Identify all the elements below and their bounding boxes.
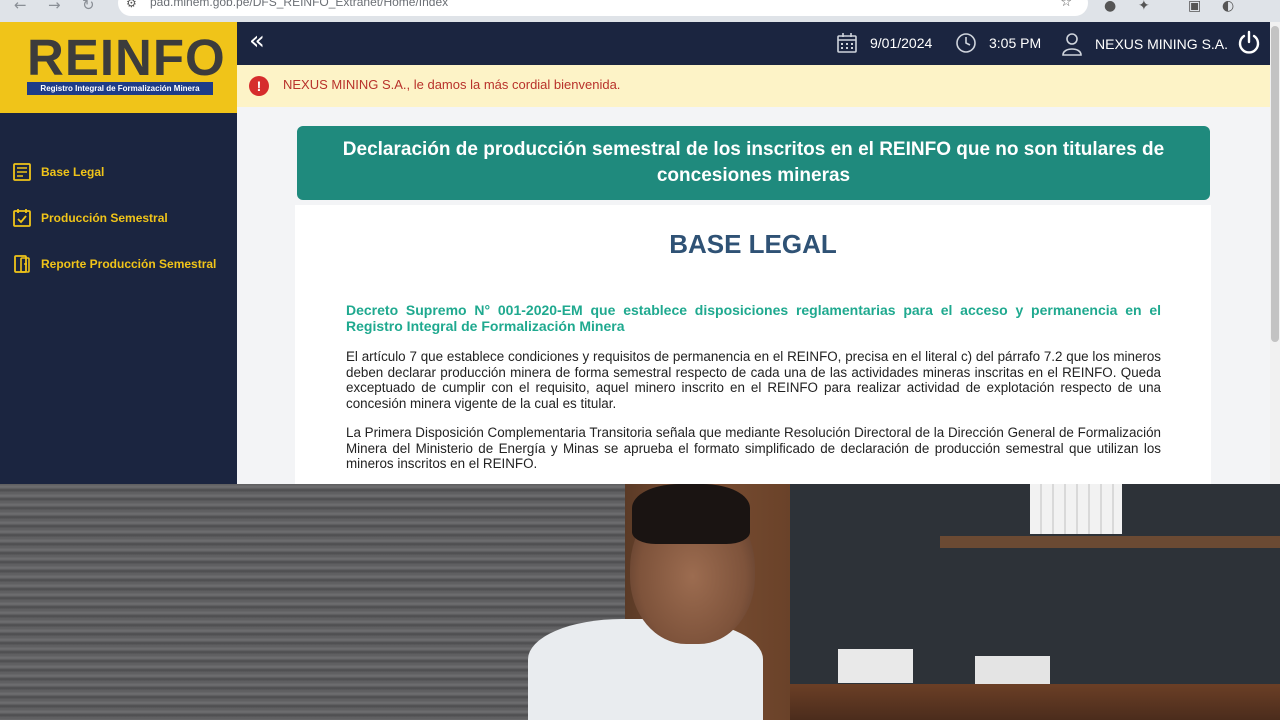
scrollbar-thumb[interactable]	[1271, 26, 1279, 342]
extension-icon[interactable]: ●	[1104, 0, 1116, 14]
time-text: 3:05 PM	[989, 35, 1042, 51]
alert-text: NEXUS MINING S.A., le damos la más cordi…	[283, 77, 621, 92]
header-date: 9/01/2024	[836, 32, 932, 54]
collapse-sidebar-icon[interactable]: «	[249, 26, 265, 56]
section-title: BASE LEGAL	[669, 229, 837, 259]
puzzle-icon[interactable]: ✦	[1138, 0, 1150, 14]
books	[1030, 484, 1122, 534]
page-scrollbar[interactable]	[1270, 22, 1280, 484]
user-name: NEXUS MINING S.A.	[1095, 36, 1229, 52]
sidebar-item-label: Base Legal	[41, 165, 105, 179]
decree-heading: Decreto Supremo N° 001-2020-EM que estab…	[346, 302, 1161, 334]
reinfo-logo[interactable]: REINFO Registro Integral de Formalizació…	[0, 22, 237, 113]
report-icon	[14, 255, 30, 273]
counter	[790, 684, 1280, 720]
logo-subtitle: Registro Integral de Formalización Miner…	[27, 82, 213, 95]
header-time: 3:05 PM	[955, 32, 1041, 54]
presenter-hair	[632, 484, 750, 544]
white-box	[975, 656, 1050, 684]
page-banner: Declaración de producción semestral de l…	[297, 126, 1210, 200]
site-info-icon[interactable]: ⚙	[126, 0, 137, 10]
forward-arrow-icon[interactable]: →	[48, 0, 61, 14]
url-text: pad.minem.gob.pe/DFS_REINFO_Extranet/Hom…	[150, 0, 449, 9]
sidebar-item-produccion-semestral[interactable]: Producción Semestral	[12, 207, 168, 229]
paragraph-1: El artículo 7 que establece condiciones …	[346, 349, 1161, 411]
browser-toolbar: ← → ↻ ⚙ pad.minem.gob.pe/DFS_REINFO_Extr…	[0, 0, 1280, 22]
logo-wordmark: REINFO	[27, 29, 226, 86]
calendar-icon	[837, 33, 857, 53]
back-arrow-icon[interactable]: ←	[14, 0, 27, 14]
white-box	[838, 649, 913, 683]
sidebar-item-label: Producción Semestral	[41, 211, 168, 225]
sidebar: REINFO Registro Integral de Formalizació…	[0, 22, 237, 484]
sidebar-item-base-legal[interactable]: Base Legal	[12, 161, 104, 183]
alert-info-icon: !	[249, 76, 269, 96]
bookmark-star-icon[interactable]: ☆	[1060, 0, 1072, 10]
webcam-video-overlay	[0, 484, 1280, 720]
user-icon	[1062, 33, 1082, 56]
reload-icon[interactable]: ↻	[82, 0, 95, 14]
sidebar-item-reporte-produccion[interactable]: Reporte Producción Semestral	[12, 253, 216, 275]
profile-icon[interactable]: ◐	[1222, 0, 1234, 14]
header-user[interactable]: NEXUS MINING S.A.	[1061, 32, 1228, 56]
document-icon	[13, 163, 31, 181]
base-legal-card: BASE LEGAL Decreto Supremo N° 001-2020-E…	[295, 205, 1211, 484]
power-icon[interactable]	[1236, 30, 1262, 56]
sidebar-item-label: Reporte Producción Semestral	[41, 257, 217, 271]
sidepanel-icon[interactable]: ▣	[1188, 0, 1201, 14]
address-bar[interactable]: ⚙ pad.minem.gob.pe/DFS_REINFO_Extranet/H…	[118, 0, 1088, 16]
paragraph-2: La Primera Disposición Complementaria Tr…	[346, 425, 1161, 471]
welcome-alert: ! NEXUS MINING S.A., le damos la más cor…	[237, 65, 1270, 107]
top-header: « 9/01/2024 3:05 PM NEXUS MINING S.A.	[237, 22, 1270, 65]
shelf	[940, 536, 1280, 548]
clock-icon	[956, 33, 976, 53]
date-text: 9/01/2024	[870, 35, 933, 51]
checklist-icon	[13, 209, 31, 227]
